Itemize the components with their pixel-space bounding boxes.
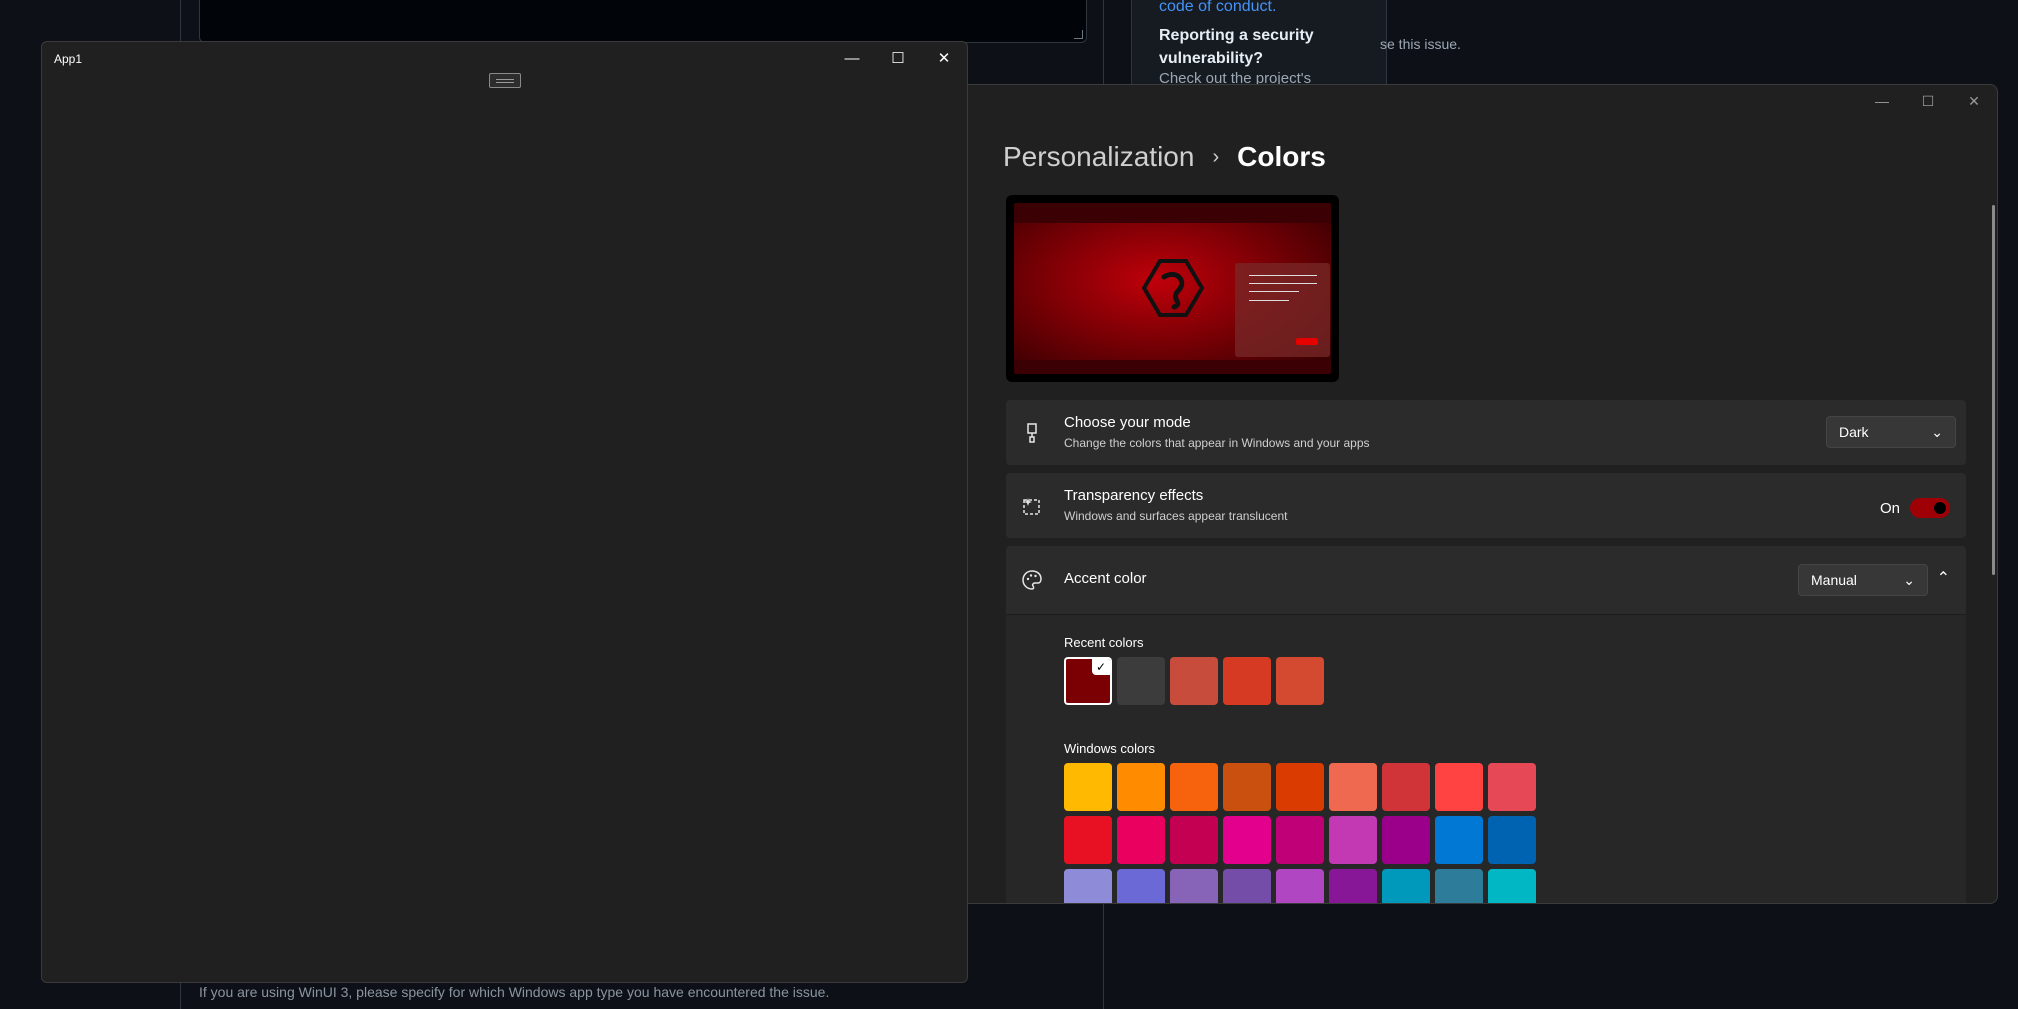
paintbrush-icon: [1027, 422, 1037, 443]
windows-color-swatch[interactable]: [1064, 816, 1112, 864]
app1-close-button[interactable]: ✕: [921, 42, 967, 74]
windows-colors-label: Windows colors: [1064, 741, 1156, 756]
winui-hint-text: If you are using WinUI 3, please specify…: [199, 984, 830, 1000]
mode-dropdown[interactable]: Dark ⌄: [1826, 416, 1956, 448]
transparency-state-label: On: [1879, 500, 1900, 517]
preview-top-band: [1014, 203, 1331, 223]
app1-caption-buttons: — ☐ ✕: [829, 42, 967, 74]
windows-color-swatch[interactable]: [1488, 869, 1536, 903]
preview-accent-button: [1296, 338, 1318, 345]
recent-color-swatch[interactable]: [1223, 657, 1271, 705]
windows-color-swatch[interactable]: [1223, 816, 1271, 864]
transparency-title: Transparency effects: [1064, 487, 1204, 504]
app1-title: App1: [54, 52, 83, 66]
recent-color-swatch[interactable]: [1170, 657, 1218, 705]
breadcrumb: Personalization › Colors: [1003, 141, 1326, 173]
windows-color-swatch[interactable]: [1276, 763, 1324, 811]
windows-color-swatch[interactable]: [1488, 763, 1536, 811]
windows-color-swatch[interactable]: [1170, 816, 1218, 864]
windows-color-swatch[interactable]: [1435, 763, 1483, 811]
preview-bottom-band: [1014, 360, 1331, 374]
recent-colors-label: Recent colors: [1064, 635, 1144, 650]
recent-color-swatch[interactable]: [1117, 657, 1165, 705]
chevron-up-icon[interactable]: ⌃: [1937, 568, 1950, 588]
transparency-row: Transparency effects Windows and surface…: [1006, 473, 1966, 538]
windows-color-swatch[interactable]: [1435, 869, 1483, 903]
theme-preview-image: [1006, 195, 1339, 382]
windows-color-swatch[interactable]: [1435, 816, 1483, 864]
app1-window: App1 — ☐ ✕: [41, 41, 968, 983]
resize-grip-icon[interactable]: [1074, 30, 1083, 39]
preview-window: [1235, 263, 1330, 357]
accent-title: Accent color: [1064, 570, 1147, 587]
windows-color-swatch[interactable]: [1329, 816, 1377, 864]
settings-window: — ☐ ✕ Personalization › Colors Choose yo…: [960, 84, 1998, 904]
mode-title: Choose your mode: [1064, 414, 1191, 431]
page-title: Colors: [1237, 141, 1326, 172]
settings-scrollbar[interactable]: [1992, 205, 1995, 575]
windows-color-swatch[interactable]: [1329, 763, 1377, 811]
windows-color-swatch[interactable]: [1382, 816, 1430, 864]
windows-color-swatch[interactable]: [1382, 869, 1430, 903]
mode-row: Choose your mode Change the colors that …: [1006, 400, 1966, 465]
accent-expanded-panel: Recent colors ✓ Windows colors: [1006, 614, 1966, 903]
minimize-button[interactable]: —: [1859, 85, 1905, 117]
windows-color-swatch[interactable]: [1223, 763, 1271, 811]
security-question: Reporting a security vulnerability?: [1159, 27, 1314, 67]
code-of-conduct-link[interactable]: code of conduct.: [1159, 0, 1276, 16]
windows-color-swatch[interactable]: [1488, 816, 1536, 864]
accent-dropdown[interactable]: Manual ⌄: [1798, 564, 1928, 596]
toggle-knob: [1934, 502, 1946, 514]
windows-color-swatch[interactable]: [1223, 869, 1271, 903]
windows-color-swatch[interactable]: [1117, 763, 1165, 811]
close-button[interactable]: ✕: [1951, 85, 1997, 117]
maximize-button[interactable]: ☐: [1905, 85, 1951, 117]
app1-small-button[interactable]: [489, 73, 521, 88]
windows-color-swatch[interactable]: [1170, 763, 1218, 811]
github-sidebar-card: code of conduct. Reporting a security vu…: [1131, 0, 1387, 91]
mode-description: Change the colors that appear in Windows…: [1064, 436, 1370, 450]
settings-caption-buttons: — ☐ ✕: [1859, 85, 1997, 117]
chevron-right-icon: ›: [1212, 145, 1220, 168]
windows-color-swatch[interactable]: [1064, 763, 1112, 811]
windows-color-swatch[interactable]: [1170, 869, 1218, 903]
windows-color-swatch[interactable]: [1276, 816, 1324, 864]
chevron-down-icon: ⌄: [1931, 423, 1943, 440]
app1-minimize-button[interactable]: —: [829, 42, 875, 74]
windows-color-swatch[interactable]: [1117, 816, 1165, 864]
accent-dropdown-value: Manual: [1811, 572, 1857, 588]
windows-color-swatch[interactable]: [1117, 869, 1165, 903]
recent-color-swatch[interactable]: [1276, 657, 1324, 705]
app1-maximize-button[interactable]: ☐: [875, 42, 921, 74]
accent-row[interactable]: Accent color Manual ⌄ ⌃: [1006, 546, 1966, 614]
windows-color-swatch[interactable]: [1276, 869, 1324, 903]
recent-color-swatch[interactable]: ✓: [1064, 657, 1112, 705]
checkmark-icon: ✓: [1092, 659, 1110, 675]
transparency-sparkle-icon: [1023, 497, 1040, 515]
transparency-toggle[interactable]: [1910, 498, 1950, 518]
preview-wallpaper: [1014, 203, 1331, 374]
chevron-down-icon: ⌄: [1903, 571, 1915, 588]
transparency-description: Windows and surfaces appear translucent: [1064, 509, 1288, 523]
mode-dropdown-value: Dark: [1839, 424, 1869, 440]
scorpion-logo-icon: [1141, 259, 1205, 317]
palette-icon: [1022, 570, 1042, 590]
issue-textarea[interactable]: [199, 0, 1087, 43]
windows-color-swatch[interactable]: [1382, 763, 1430, 811]
windows-color-swatch[interactable]: [1329, 869, 1377, 903]
windows-color-swatch[interactable]: [1064, 869, 1112, 903]
background-text-fragment: se this issue.: [1380, 36, 1461, 52]
breadcrumb-personalization[interactable]: Personalization: [1003, 141, 1194, 173]
